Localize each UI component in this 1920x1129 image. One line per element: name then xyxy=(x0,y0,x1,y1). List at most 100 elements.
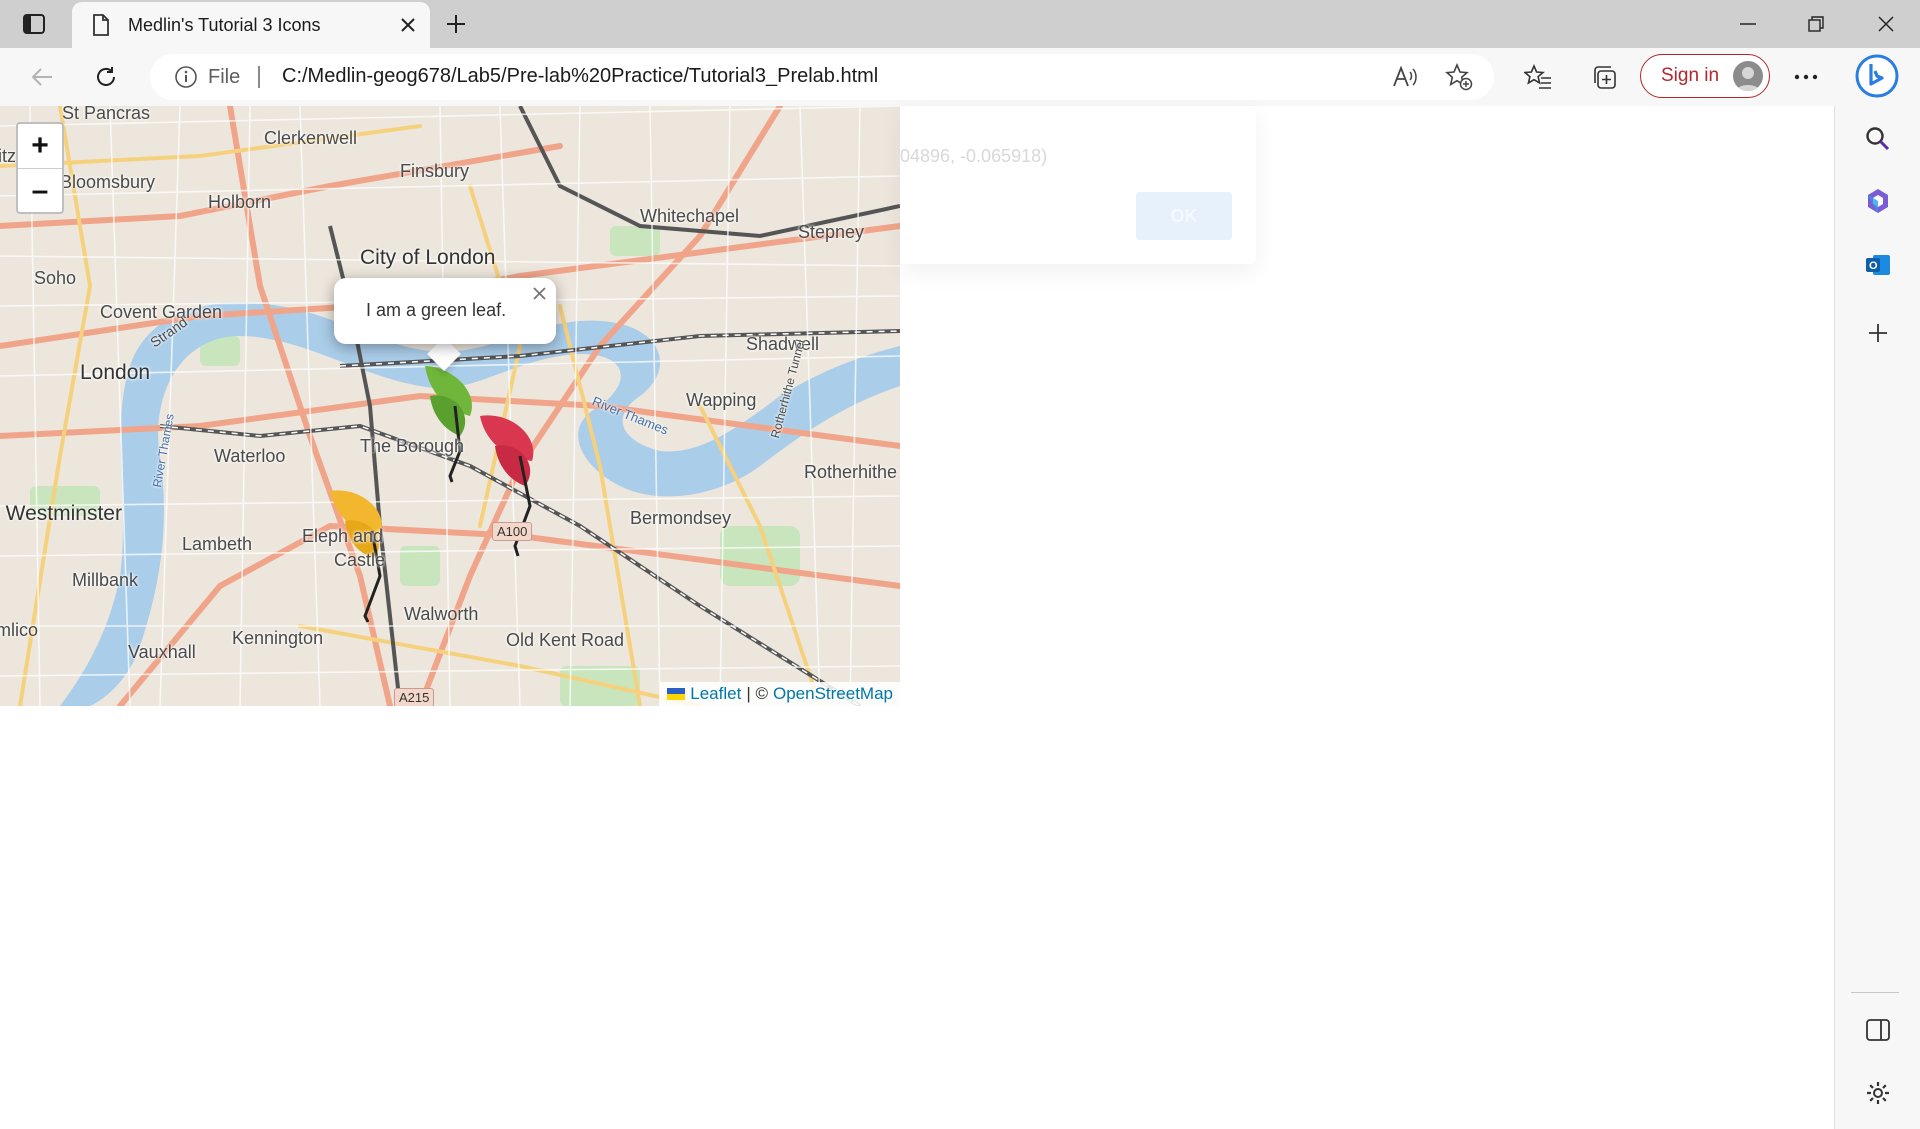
address-bar[interactable]: File C:/Medlin-geog678/Lab5/Pre-lab%20Pr… xyxy=(150,54,1494,100)
favorites-button[interactable] xyxy=(1518,57,1558,97)
place-label: Eleph and xyxy=(302,526,384,546)
place-label: London xyxy=(80,361,151,384)
more-menu-button[interactable] xyxy=(1786,57,1826,97)
alert-dialog: 04896, -0.065918) OK xyxy=(900,106,1256,264)
back-arrow-icon xyxy=(31,68,52,86)
place-label: Bermondsey xyxy=(630,508,732,528)
more-icon xyxy=(1794,74,1818,80)
plus-icon xyxy=(1869,324,1887,342)
place-label: Vauxhall xyxy=(128,642,196,662)
zoom-out-button[interactable]: – xyxy=(18,168,62,212)
sidebar-settings-button[interactable] xyxy=(1857,1072,1899,1114)
close-window-button[interactable] xyxy=(1852,0,1920,48)
new-tab-button[interactable] xyxy=(436,4,476,44)
read-aloud-icon xyxy=(1393,66,1417,87)
place-label: Holborn xyxy=(208,192,272,212)
refresh-button[interactable] xyxy=(86,57,126,97)
tab-actions-button[interactable] xyxy=(14,8,54,40)
sidebar-outlook-button[interactable]: O xyxy=(1857,244,1899,286)
sign-in-label: Sign in xyxy=(1661,65,1720,86)
sidebar-divider xyxy=(1851,992,1899,993)
attribution-separator: | © xyxy=(746,684,768,703)
marker-popup: I am a green leaf. xyxy=(334,278,556,344)
bing-copilot-button[interactable] xyxy=(1854,53,1900,99)
place-label: St Pancras xyxy=(62,106,151,123)
tab-strip: Medlin's Tutorial 3 Icons xyxy=(0,0,1920,48)
alert-ok-button[interactable]: OK xyxy=(1136,192,1232,240)
restore-button[interactable] xyxy=(1782,0,1850,48)
alert-message: 04896, -0.065918) xyxy=(900,146,1048,166)
place-label: Shadwell xyxy=(746,334,820,354)
place-label: mlico xyxy=(0,620,39,640)
place-label: Waterloo xyxy=(214,446,286,466)
tab-actions-icon xyxy=(23,14,45,34)
map-attribution: Leaflet | © OpenStreetMap xyxy=(660,682,900,706)
sidebar-m365-button[interactable] xyxy=(1857,180,1899,222)
site-info-button[interactable]: File xyxy=(174,62,240,92)
place-label: Old Kent Road xyxy=(506,630,625,650)
place-label: Kennington xyxy=(232,628,324,648)
place-label: Castle xyxy=(334,550,386,570)
place-label: Finsbury xyxy=(400,161,470,181)
place-label: Covent Garden xyxy=(100,302,223,322)
panel-icon xyxy=(1866,1019,1890,1041)
star-plus-icon xyxy=(1445,63,1473,91)
gear-icon xyxy=(1867,1082,1889,1104)
svg-text:O: O xyxy=(1869,260,1878,272)
leaflet-link[interactable]: Leaflet xyxy=(690,684,741,704)
address-divider xyxy=(258,66,260,88)
minimize-icon xyxy=(1740,23,1756,25)
url-text[interactable]: C:/Medlin-geog678/Lab5/Pre-lab%20Practic… xyxy=(282,65,878,88)
minimize-button[interactable] xyxy=(1714,0,1782,48)
leaflet-map[interactable]: St Pancras Clerkenwell Finsbury Whitecha… xyxy=(0,106,900,706)
edge-sidebar: O xyxy=(1834,106,1920,1129)
page-icon xyxy=(90,14,112,36)
collections-button[interactable] xyxy=(1584,57,1624,97)
tab-close-button[interactable] xyxy=(390,7,426,43)
microsoft-365-icon xyxy=(1868,189,1888,213)
info-icon xyxy=(175,66,197,88)
popup-close-button[interactable] xyxy=(528,282,550,304)
road-shield: A100 xyxy=(492,522,533,541)
avatar xyxy=(1733,61,1763,91)
browser-tab[interactable]: Medlin's Tutorial 3 Icons xyxy=(72,2,430,48)
place-label: itz xyxy=(0,146,16,166)
collections-icon xyxy=(1594,66,1616,89)
add-favorite-button[interactable] xyxy=(1442,61,1476,93)
road-shield: A215 xyxy=(394,688,435,706)
bing-icon xyxy=(1855,54,1899,98)
osm-link[interactable]: OpenStreetMap xyxy=(773,684,893,704)
scheme-label: File xyxy=(208,65,241,88)
place-label: f Westminster xyxy=(0,502,122,525)
place-label: Walworth xyxy=(404,604,479,624)
place-label: Millbank xyxy=(72,570,139,590)
hide-sidebar-button[interactable] xyxy=(1857,1009,1899,1051)
place-label: Stepney xyxy=(798,222,865,242)
restore-icon xyxy=(1808,16,1824,32)
place-label: City of London xyxy=(360,246,496,269)
place-label: Wapping xyxy=(686,390,757,410)
zoom-control: + – xyxy=(16,122,64,214)
address-toolbar: File C:/Medlin-geog678/Lab5/Pre-lab%20Pr… xyxy=(0,48,1920,106)
back-button[interactable] xyxy=(22,57,62,97)
place-label: Clerkenwell xyxy=(264,128,358,148)
zoom-in-button[interactable]: + xyxy=(18,124,62,168)
close-icon xyxy=(1878,16,1894,32)
plus-icon xyxy=(447,15,465,33)
sidebar-add-button[interactable] xyxy=(1857,312,1899,354)
place-label: Soho xyxy=(34,268,77,288)
refresh-icon xyxy=(97,67,115,86)
close-icon xyxy=(401,18,415,32)
favorites-icon xyxy=(1524,64,1551,89)
outlook-icon: O xyxy=(1866,255,1890,275)
sign-in-button[interactable]: Sign in xyxy=(1640,54,1770,98)
place-label: Whitechapel xyxy=(640,206,740,226)
sidebar-search-button[interactable] xyxy=(1857,118,1899,160)
place-label: Rotherhithe xyxy=(804,462,898,482)
read-aloud-button[interactable] xyxy=(1388,61,1422,93)
close-icon xyxy=(532,286,546,300)
ukraine-flag-icon xyxy=(667,688,686,700)
tab-title: Medlin's Tutorial 3 Icons xyxy=(128,14,321,35)
popup-text: I am a green leaf. xyxy=(366,300,507,320)
place-label: Lambeth xyxy=(182,534,253,554)
